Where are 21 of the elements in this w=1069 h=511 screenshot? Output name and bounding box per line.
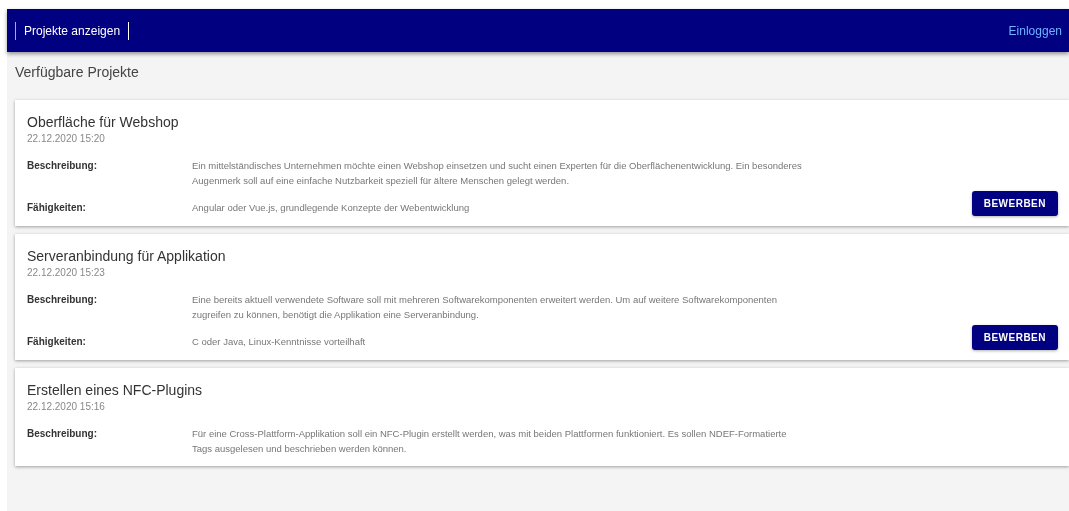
field-label: Fähigkeiten: (27, 201, 87, 215)
project-date: 22.12.2020 15:20 (27, 133, 106, 144)
field-value: Für eine Cross-Plattform-Applikation soll ein NFC-Plugin erstellt werden, was mit beiden Plattformen funktioniert. Es sollen NDEF-Formatierte Tags ausgelesen und beschrieben werden können. (192, 427, 788, 456)
project-date: 22.12.2020 15:16 (27, 401, 106, 412)
login-link[interactable]: Einloggen (1008, 23, 1062, 38)
field-label: Beschreibung: (27, 293, 98, 307)
project-title: Serveranbindung für Applikation (27, 248, 227, 264)
field-label: Beschreibung: (27, 159, 98, 173)
field-value: Angular oder Vue.js, grundlegende Konzepte der Webentwicklung (192, 201, 471, 215)
field-value: Ein mittelständisches Unternehmen möchte einen Webshop einsetzen und sucht einen Experten für die Oberflächenentwicklung. Ein besonderes Augenmerk soll auf eine einfache Nutzbarkeit speziell für ältere Menschen gelegt werden. (192, 159, 802, 188)
field-label: Fähigkeiten: (27, 335, 87, 349)
apply-button[interactable]: BEWERBEN (971, 191, 1058, 216)
nav-link[interactable]: Projekte anzeigen (15, 21, 130, 40)
field-value: Eine bereits aktuell verwendete Software soll mit mehreren Softwarekomponenten erweitert werden. Um auf weitere Softwarekomponenten zugreifen zu können, benötigt die Applikation eine Serveranbindung. (192, 293, 779, 322)
apply-button[interactable]: BEWERBEN (971, 325, 1058, 350)
field-label: Beschreibung: (27, 427, 98, 441)
project-title: Oberfläche für Webshop (27, 114, 180, 130)
project-title: Erstellen eines NFC-Plugins (27, 382, 204, 398)
page-heading: Verfügbare Projekte (15, 64, 140, 80)
field-value: C oder Java, Linux-Kenntnisse vorteilhaft (192, 335, 367, 349)
project-date: 22.12.2020 15:23 (27, 267, 106, 278)
